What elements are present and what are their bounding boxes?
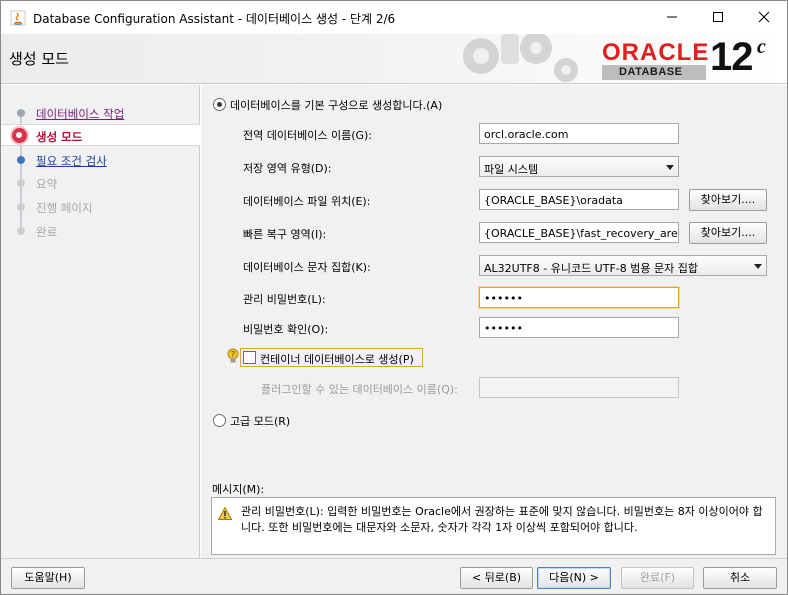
version-number: 12: [710, 35, 753, 79]
version-suffix: c: [757, 36, 766, 58]
minimize-button[interactable]: [649, 1, 695, 33]
step-pending-icon: [17, 227, 25, 235]
main-panel: 데이터베이스를 기본 구성으로 생성합니다.(A) 전역 데이터베이스 이름(G…: [201, 85, 787, 558]
cancel-button[interactable]: 취소: [703, 567, 777, 589]
current-step-icon: [12, 128, 27, 143]
sidebar-item-progress-page: 진행 페이지: [1, 196, 200, 218]
storage-type-label: 저장 영역 유형(D):: [243, 162, 332, 175]
window-title: Database Configuration Assistant - 데이터베이…: [33, 12, 396, 26]
close-icon: [758, 11, 770, 23]
global-db-name-input[interactable]: orcl.oracle.com: [479, 123, 679, 144]
page-title: 생성 모드: [9, 50, 69, 68]
java-app-icon: [10, 10, 26, 26]
step-pending-icon: [17, 179, 25, 187]
sidebar-item-label: 진행 페이지: [36, 201, 93, 215]
gears-decoration-icon: [463, 34, 578, 82]
confirm-password-input[interactable]: ••••••: [479, 317, 679, 338]
pluggable-db-name-label: 플러그인할 수 있는 데이터베이스 이름(Q):: [261, 383, 458, 396]
advanced-mode-radio-label: 고급 모드(R): [230, 415, 291, 428]
sidebar-item-label: 데이터베이스 작업: [36, 107, 125, 121]
message-text: 관리 비밀번호(L): 입력한 비밀번호는 Oracle에서 권장하는 표준에 …: [241, 505, 763, 534]
storage-type-value: 파일 시스템: [484, 163, 539, 176]
svg-text:?: ?: [231, 350, 235, 359]
oracle-logo: ORACLE: [602, 39, 710, 66]
default-config-radio-label: 데이터베이스를 기본 구성으로 생성합니다.(A): [230, 99, 443, 112]
sidebar-item-label: 필요 조건 검사: [36, 154, 107, 168]
product-name: DATABASE: [619, 66, 683, 78]
sidebar-item-label: 생성 모드: [36, 130, 83, 144]
step-next-icon: [17, 156, 25, 164]
default-config-radio[interactable]: [213, 98, 226, 111]
chevron-down-icon: [754, 264, 762, 269]
messages-panel: 관리 비밀번호(L): 입력한 비밀번호는 Oracle에서 권장하는 표준에 …: [211, 497, 776, 555]
footer-bar: 도움말(H) < 뒤로(B) 다음(N) > 완료(F) 취소: [1, 558, 787, 594]
sidebar-item-label: 요약: [36, 177, 58, 191]
next-button[interactable]: 다음(N) >: [537, 567, 611, 589]
title-bar: Database Configuration Assistant - 데이터베이…: [0, 0, 788, 34]
admin-password-mask: ••••••: [484, 292, 523, 305]
admin-password-input[interactable]: ••••••: [479, 287, 679, 308]
db-file-location-browse-button[interactable]: 찾아보기....: [689, 189, 767, 211]
lightbulb-icon: ?: [227, 348, 239, 363]
messages-title: 메시지(M):: [212, 483, 265, 496]
help-button[interactable]: 도움말(H): [11, 567, 85, 589]
sidebar-item-finish: 완료: [1, 220, 200, 242]
back-button[interactable]: < 뒤로(B): [460, 567, 533, 589]
admin-password-label: 관리 비밀번호(L):: [243, 293, 326, 306]
fast-recovery-area-label: 빠른 복구 영역(I):: [243, 228, 327, 241]
sidebar-item-label: 완료: [36, 225, 58, 239]
warning-icon: [218, 507, 232, 520]
db-file-location-label: 데이터베이스 파일 위치(E):: [243, 195, 371, 208]
sidebar-item-database-operation[interactable]: 데이터베이스 작업: [1, 102, 200, 124]
sidebar-item-creation-mode[interactable]: 생성 모드: [1, 124, 200, 146]
db-file-location-input[interactable]: {ORACLE_BASE}\oradata: [479, 189, 679, 210]
confirm-password-mask: ••••••: [484, 322, 523, 335]
chevron-down-icon: [666, 165, 674, 170]
maximize-icon: [713, 12, 723, 22]
maximize-button[interactable]: [695, 1, 741, 33]
charset-value: AL32UTF8 - 유니코드 UTF-8 범용 문자 집합: [484, 262, 698, 275]
container-db-checkbox-label: 컨테이너 데이터베이스로 생성(P): [260, 353, 414, 366]
container-db-checkbox[interactable]: [243, 351, 256, 364]
minimize-icon: [667, 16, 677, 18]
fast-recovery-area-browse-button[interactable]: 찾아보기....: [689, 222, 767, 244]
finish-button[interactable]: 완료(F): [621, 567, 694, 589]
step-done-icon: [17, 109, 25, 117]
pluggable-db-name-input[interactable]: [479, 377, 679, 398]
storage-type-select[interactable]: 파일 시스템: [479, 156, 679, 177]
sidebar-item-summary: 요약: [1, 172, 200, 194]
step-pending-icon: [17, 203, 25, 211]
charset-label: 데이터베이스 문자 집합(K):: [243, 261, 371, 274]
sidebar-item-prerequisite-checks[interactable]: 필요 조건 검사: [1, 149, 200, 171]
close-button[interactable]: [741, 1, 787, 33]
fast-recovery-area-input[interactable]: {ORACLE_BASE}\fast_recovery_area: [479, 222, 679, 243]
header-banner: 생성 모드 ORACLE DATABASE 12 c: [1, 34, 787, 84]
global-db-name-label: 전역 데이터베이스 이름(G):: [243, 129, 373, 142]
charset-select[interactable]: AL32UTF8 - 유니코드 UTF-8 범용 문자 집합: [479, 255, 767, 276]
confirm-password-label: 비밀번호 확인(O):: [243, 323, 329, 336]
advanced-mode-radio[interactable]: [213, 414, 226, 427]
steps-sidebar: 데이터베이스 작업 생성 모드 필요 조건 검사 요약 진행 페이지 완료: [1, 85, 200, 558]
